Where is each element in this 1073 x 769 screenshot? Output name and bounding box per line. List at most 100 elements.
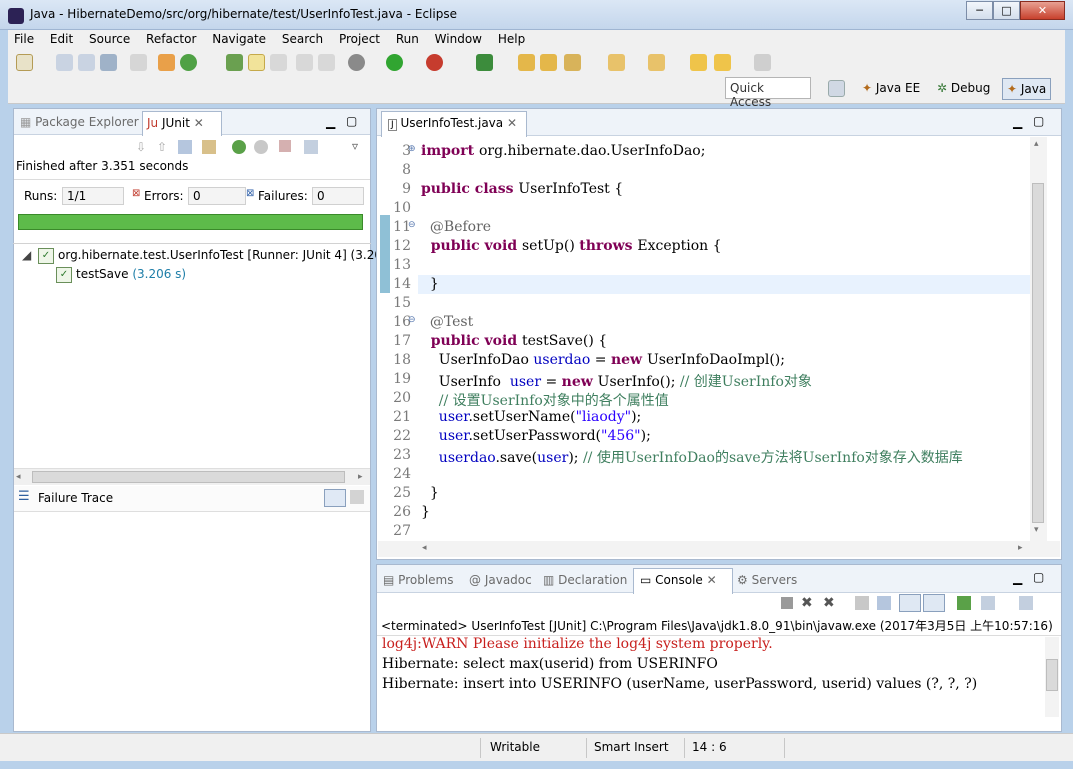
- show-whitespace-icon[interactable]: [296, 54, 313, 71]
- view-menu-icon[interactable]: ▿: [352, 139, 358, 153]
- open-type-icon[interactable]: [180, 54, 197, 71]
- tree-collapse-icon[interactable]: ◢: [22, 248, 31, 262]
- console-vscrollbar[interactable]: [1045, 637, 1059, 717]
- close-tab-icon[interactable]: ✕: [194, 116, 204, 130]
- terminate-icon[interactable]: [781, 597, 793, 609]
- pen-icon[interactable]: [564, 54, 581, 71]
- tree-hscrollbar[interactable]: ◂ ▸: [14, 468, 370, 485]
- tab-junit[interactable]: Ju JUnit ✕: [142, 111, 222, 136]
- code-line[interactable]: @Before: [421, 219, 491, 235]
- test-history-icon[interactable]: [304, 140, 318, 154]
- code-line[interactable]: public void setUp() throws Exception {: [421, 238, 722, 254]
- menu-run[interactable]: Run: [390, 30, 425, 46]
- code-line[interactable]: UserInfo user = new UserInfo(); // 创建Use…: [421, 371, 812, 391]
- close-button[interactable]: ✕: [1020, 1, 1065, 20]
- scroll-lock-console-icon[interactable]: [877, 596, 891, 610]
- console-output[interactable]: log4j:WARN Please initialize the log4j s…: [376, 636, 1040, 716]
- save-icon[interactable]: [56, 54, 73, 71]
- failures-only-icon[interactable]: [178, 140, 192, 154]
- show-console-stderr-icon[interactable]: [923, 594, 945, 612]
- perspective-debug[interactable]: ✲ Debug: [933, 78, 994, 100]
- editor-scroll-thumb[interactable]: [1032, 183, 1044, 523]
- close-editor-icon[interactable]: ✕: [507, 116, 517, 130]
- menu-source[interactable]: Source: [83, 30, 136, 46]
- menu-edit[interactable]: Edit: [44, 30, 79, 46]
- close-console-icon[interactable]: ✕: [707, 573, 717, 587]
- back-icon[interactable]: [714, 54, 731, 71]
- code-line[interactable]: public class UserInfoTest {: [421, 181, 623, 197]
- maximize-editor-icon[interactable]: ▢: [1033, 114, 1044, 128]
- fold-expand-icon[interactable]: ⊕: [408, 144, 416, 154]
- fold-collapse-icon[interactable]: ⊖: [408, 315, 416, 325]
- save-all-icon[interactable]: [78, 54, 95, 71]
- hscroll-left-icon[interactable]: ◂: [422, 543, 427, 553]
- run-icon[interactable]: [386, 54, 403, 71]
- compare-result-icon[interactable]: [350, 490, 364, 504]
- tree-child-item[interactable]: testSave (3.206 s): [76, 267, 186, 281]
- editor-vscrollbar[interactable]: ▴ ▾: [1030, 137, 1047, 541]
- tab-package-explorer[interactable]: ▦ Package Explorer: [20, 115, 139, 129]
- debug-icon[interactable]: [348, 54, 365, 71]
- hscroll-right-icon[interactable]: ▸: [1018, 543, 1023, 553]
- tab-problems[interactable]: ▤ Problems: [383, 573, 453, 587]
- new-icon[interactable]: [16, 54, 33, 71]
- minimize-console-icon[interactable]: ▁: [1013, 571, 1022, 585]
- tab-servers[interactable]: ⚙ Servers: [737, 573, 797, 587]
- open-folder-icon[interactable]: [518, 54, 535, 71]
- fold-collapse-icon[interactable]: ⊖: [408, 220, 416, 230]
- scroll-lock-icon[interactable]: [202, 140, 216, 154]
- filter-stack-icon[interactable]: [324, 489, 346, 507]
- scroll-down-icon[interactable]: ▾: [1034, 525, 1039, 535]
- show-console-stdout-icon[interactable]: [899, 594, 921, 612]
- code-line[interactable]: // 设置UserInfo对象中的各个属性值: [421, 390, 669, 410]
- code-line[interactable]: import org.hibernate.dao.UserInfoDao;: [421, 143, 705, 159]
- minimize-button[interactable]: ─: [966, 1, 993, 20]
- quick-access-input[interactable]: Quick Access: [725, 77, 811, 109]
- clear-console-icon[interactable]: [855, 596, 869, 610]
- skip-breakpoints-icon[interactable]: [130, 54, 147, 71]
- code-line[interactable]: }: [421, 276, 439, 292]
- scroll-right-icon[interactable]: ▸: [358, 472, 363, 482]
- search-icon[interactable]: [476, 54, 493, 71]
- paragraph-icon[interactable]: [318, 54, 335, 71]
- editor-hscrollbar[interactable]: ◂ ▸: [378, 541, 1060, 557]
- remove-launch-icon[interactable]: ✖: [801, 595, 813, 611]
- previous-failure-icon[interactable]: ⇧: [157, 140, 167, 154]
- maximize-button[interactable]: □: [993, 1, 1020, 20]
- tab-javadoc[interactable]: @ Javadoc: [469, 573, 532, 587]
- code-area[interactable]: 3 ⊕ import org.hibernate.dao.UserInfoDao; 8…: [378, 137, 1030, 541]
- toggle-mark-icon[interactable]: [226, 54, 243, 71]
- code-line[interactable]: UserInfoDao userdao = new UserInfoDaoImp…: [421, 352, 785, 368]
- tab-userinfotest-java[interactable]: J UserInfoTest.java ✕: [381, 111, 527, 137]
- code-line[interactable]: }: [421, 504, 430, 520]
- display-console-icon[interactable]: [981, 596, 995, 610]
- perspective-java-ee[interactable]: ✦ Java EE: [858, 78, 924, 100]
- remove-all-icon[interactable]: ✖: [823, 595, 835, 611]
- open-console-icon[interactable]: [1019, 596, 1033, 610]
- tab-declaration[interactable]: ▥ Declaration: [543, 573, 627, 587]
- rerun-failed-icon[interactable]: [254, 140, 268, 154]
- highlight-icon[interactable]: [248, 54, 265, 71]
- forward-icon[interactable]: [754, 54, 771, 71]
- pin-console-icon[interactable]: [957, 596, 971, 610]
- console-scroll-thumb[interactable]: [1046, 659, 1058, 691]
- scroll-left-icon[interactable]: ◂: [16, 472, 21, 482]
- print-icon[interactable]: [100, 54, 117, 71]
- scroll-thumb[interactable]: [32, 471, 345, 483]
- new-java-project-icon[interactable]: [158, 54, 175, 71]
- scroll-up-icon[interactable]: ▴: [1034, 139, 1039, 149]
- menu-project[interactable]: Project: [333, 30, 386, 46]
- code-line[interactable]: @Test: [421, 314, 473, 330]
- minimize-view-icon[interactable]: ▁: [326, 115, 335, 129]
- maximize-console-icon[interactable]: ▢: [1033, 570, 1044, 584]
- menu-refactor[interactable]: Refactor: [140, 30, 202, 46]
- menu-file[interactable]: File: [8, 30, 40, 46]
- rerun-test-icon[interactable]: [232, 140, 246, 154]
- open-perspective-icon[interactable]: [828, 80, 845, 97]
- menu-help[interactable]: Help: [492, 30, 531, 46]
- code-line[interactable]: public void testSave() {: [421, 333, 607, 349]
- code-line[interactable]: user.setUserName("liaody");: [421, 409, 641, 425]
- open-task-icon[interactable]: [540, 54, 557, 71]
- last-edit-icon[interactable]: [690, 54, 707, 71]
- perspective-java[interactable]: ✦ Java: [1002, 78, 1052, 100]
